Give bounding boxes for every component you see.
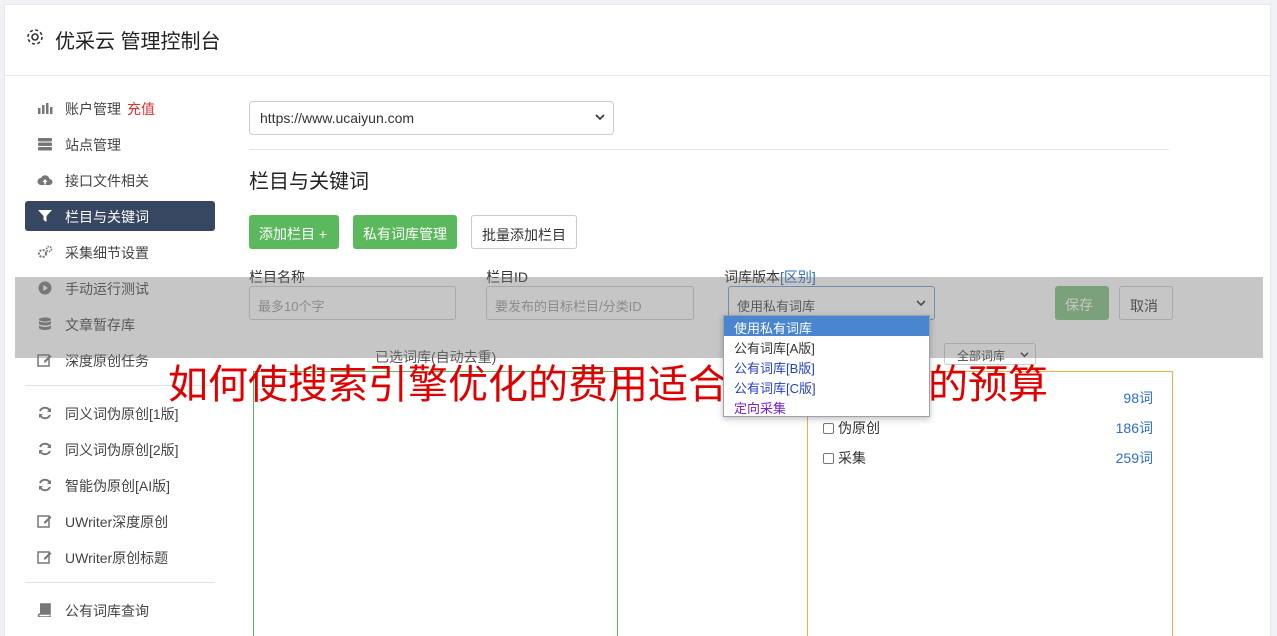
sidebar-item-columns[interactable]: 栏目与关键词 bbox=[25, 201, 215, 231]
refresh-icon bbox=[37, 406, 53, 420]
recharge-link[interactable]: 充值 bbox=[127, 101, 155, 117]
book-icon bbox=[37, 603, 53, 617]
bar-chart-icon bbox=[37, 101, 53, 115]
lib-item[interactable]: 采集 bbox=[823, 448, 866, 468]
batch-add-button[interactable]: 批量添加栏目 bbox=[471, 215, 577, 249]
dropdown-option[interactable]: 公有词库[C版] bbox=[724, 376, 929, 396]
app-title: 优采云 管理控制台 bbox=[55, 31, 221, 53]
lib-item-name: 采集 bbox=[838, 450, 866, 466]
cloud-upload-icon bbox=[37, 173, 53, 187]
lib-item[interactable]: 伪原创 bbox=[823, 418, 880, 438]
sidebar-item-label: 站点管理 bbox=[65, 137, 121, 153]
sidebar-item-label: 同义词伪原创[1版] bbox=[65, 406, 179, 422]
private-lib-button[interactable]: 私有词库管理 bbox=[353, 215, 457, 249]
selected-lib-panel bbox=[253, 371, 618, 636]
edit-icon bbox=[37, 550, 53, 564]
dropdown-option[interactable]: 公有词库[A版] bbox=[724, 336, 929, 356]
server-icon bbox=[37, 137, 53, 151]
sidebar-item-label: 智能伪原创[AI版] bbox=[65, 478, 171, 494]
sidebar-item-account[interactable]: 账户管理 充值 bbox=[25, 93, 215, 123]
sidebar-item-label: 公有词库查询 bbox=[65, 603, 149, 619]
sidebar-item-ai-pseudo[interactable]: 智能伪原创[AI版] bbox=[25, 470, 215, 500]
lib-count: 186词 bbox=[1115, 420, 1153, 436]
sidebar-item-uwriter-title[interactable]: UWriter原创标题 bbox=[25, 542, 215, 572]
gear-icon bbox=[25, 27, 45, 47]
divider bbox=[249, 149, 1169, 150]
cogs-icon bbox=[37, 245, 53, 259]
gray-overlay bbox=[15, 277, 1263, 358]
checkbox[interactable] bbox=[823, 423, 834, 434]
sidebar-divider bbox=[25, 582, 215, 583]
sidebar-item-uwriter-deep[interactable]: UWriter深度原创 bbox=[25, 506, 215, 536]
version-dropdown-menu[interactable]: 使用私有词库 公有词库[A版] 公有词库[B版] 公有词库[C版] 定向采集 bbox=[723, 315, 930, 417]
sidebar-item-label: 账户管理 bbox=[65, 101, 121, 117]
sidebar-item-label: UWriter原创标题 bbox=[65, 550, 169, 566]
sidebar-item-public-lib[interactable]: 公有词库查询 bbox=[25, 595, 215, 625]
lib-count: 98词 bbox=[1123, 390, 1153, 406]
sidebar-item-interface[interactable]: 接口文件相关 bbox=[25, 165, 215, 195]
sidebar-item-label: 同义词伪原创[2版] bbox=[65, 442, 179, 458]
refresh-icon bbox=[37, 442, 53, 456]
sidebar-item-label: 接口文件相关 bbox=[65, 173, 149, 189]
lib-item-name: 伪原创 bbox=[838, 420, 880, 436]
site-select-value: https://www.ucaiyun.com bbox=[260, 110, 415, 126]
sidebar-item-label: 栏目与关键词 bbox=[65, 209, 149, 225]
dropdown-option[interactable]: 使用私有词库 bbox=[724, 316, 929, 336]
filter-icon bbox=[37, 209, 53, 223]
sidebar-item-label: UWriter深度原创 bbox=[65, 514, 169, 530]
chevron-down-icon bbox=[595, 112, 605, 122]
sidebar-item-synonym-v2[interactable]: 同义词伪原创[2版] bbox=[25, 434, 215, 464]
section-title: 栏目与关键词 bbox=[249, 171, 369, 193]
refresh-icon bbox=[37, 478, 53, 492]
sidebar-item-sites[interactable]: 站点管理 bbox=[25, 129, 215, 159]
sidebar-item-label: 采集细节设置 bbox=[65, 245, 149, 261]
dropdown-option[interactable]: 公有词库[B版] bbox=[724, 356, 929, 376]
edit-icon bbox=[37, 514, 53, 528]
checkbox[interactable] bbox=[823, 453, 834, 464]
dropdown-option[interactable]: 定向采集 bbox=[724, 396, 929, 416]
add-column-button[interactable]: 添加栏目 + bbox=[249, 215, 339, 249]
lib-count: 259词 bbox=[1115, 450, 1153, 466]
top-header: 优采云 管理控制台 bbox=[5, 5, 1270, 76]
site-select[interactable]: https://www.ucaiyun.com bbox=[249, 101, 614, 135]
sidebar-item-collect-settings[interactable]: 采集细节设置 bbox=[25, 237, 215, 267]
